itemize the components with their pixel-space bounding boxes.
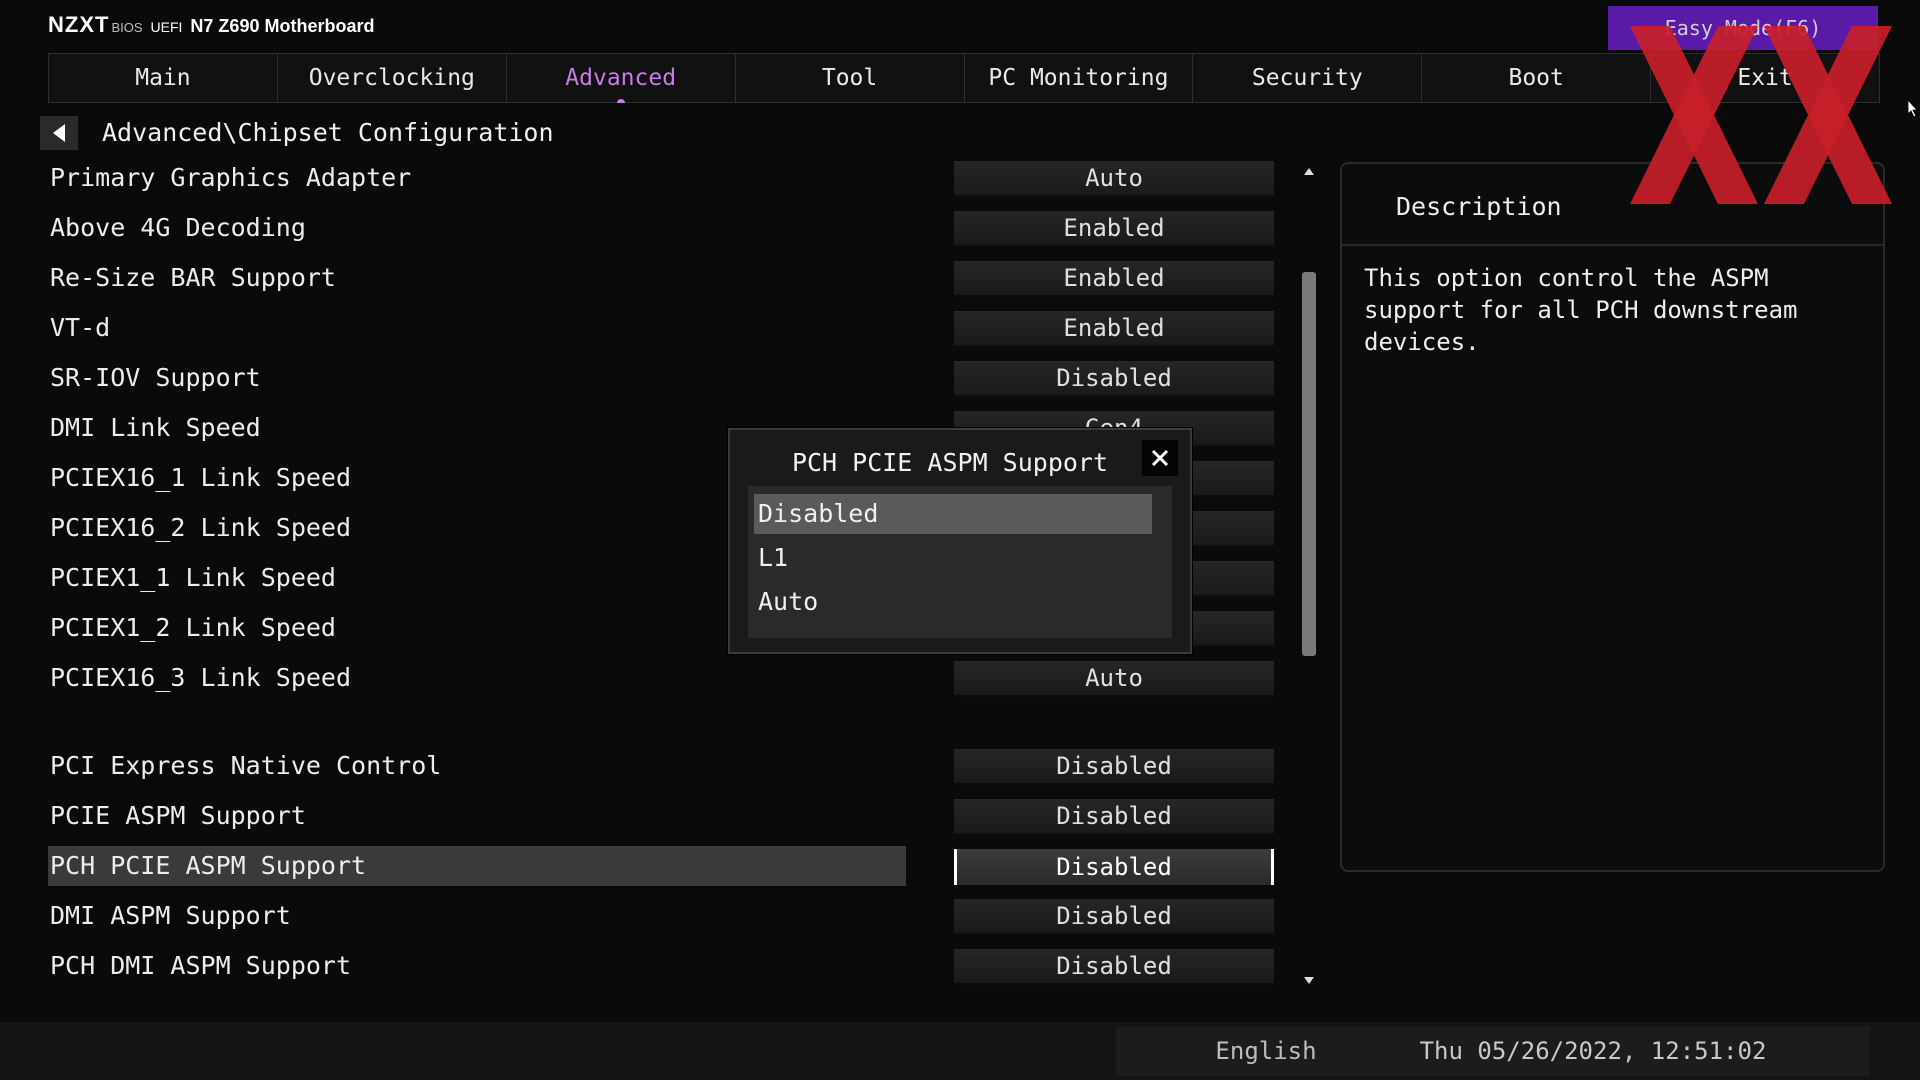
setting-value-button[interactable]: Disabled	[954, 949, 1274, 985]
back-arrow-icon	[53, 124, 65, 142]
tab-pc-monitoring[interactable]: PC Monitoring	[965, 54, 1194, 102]
setting-label: Primary Graphics Adapter	[50, 163, 412, 192]
mouse-cursor-icon	[1908, 100, 1918, 118]
setting-label: PCH PCIE ASPM Support	[48, 846, 906, 886]
tab-tool[interactable]: Tool	[736, 54, 965, 102]
tab-security[interactable]: Security	[1193, 54, 1423, 102]
setting-value-button[interactable]: Disabled	[954, 799, 1274, 835]
setting-value-button[interactable]: Enabled	[954, 261, 1274, 297]
setting-row[interactable]: PCIE ASPM Support Disabled	[48, 796, 1280, 836]
nzxt-logo: NZXT	[48, 12, 110, 37]
setting-row[interactable]: PCIEX16_3 Link Speed Auto	[48, 658, 1280, 698]
setting-row[interactable]: PCI Express Native Control Disabled	[48, 746, 1280, 786]
settings-scrollbar[interactable]	[1302, 168, 1316, 984]
setting-row[interactable]: SR-IOV Support Disabled	[48, 358, 1280, 398]
setting-row[interactable]: DMI ASPM Support Disabled	[48, 896, 1280, 936]
setting-row-selected[interactable]: PCH PCIE ASPM Support Disabled	[48, 846, 1280, 886]
setting-label: PCIE ASPM Support	[50, 801, 306, 830]
scrollbar-thumb[interactable]	[1302, 272, 1316, 656]
setting-value-button[interactable]: Disabled	[954, 749, 1274, 785]
setting-row[interactable]: VT-d Enabled	[48, 308, 1280, 348]
main-tabs: Main Overclocking Advanced Tool PC Monit…	[48, 53, 1880, 103]
setting-row[interactable]: PCH DMI ASPM Support Disabled	[48, 946, 1280, 986]
datetime-display: Thu 05/26/2022, 12:51:02	[1316, 1026, 1870, 1076]
setting-label: SR-IOV Support	[50, 363, 261, 392]
setting-value-button[interactable]: Disabled	[954, 899, 1274, 935]
aspm-options-dialog: PCH PCIE ASPM Support Disabled L1 Auto	[728, 428, 1192, 654]
brand-header: NZXT BIOS UEFI N7 Z690 Motherboard	[48, 12, 374, 40]
setting-row[interactable]: Primary Graphics Adapter Auto	[48, 158, 1280, 198]
option-auto[interactable]: Auto	[754, 582, 1152, 622]
setting-value-button[interactable]: Enabled	[954, 311, 1274, 347]
option-list: Disabled L1 Auto	[748, 486, 1172, 638]
setting-label: PCI Express Native Control	[50, 751, 442, 780]
setting-value-button[interactable]: Auto	[954, 161, 1274, 197]
close-button[interactable]	[1142, 440, 1178, 476]
dialog-title: PCH PCIE ASPM Support	[791, 448, 1109, 477]
setting-label: PCIEX16_3 Link Speed	[50, 663, 352, 692]
bios-label: BIOS	[111, 20, 143, 35]
setting-row[interactable]: Re-Size BAR Support Enabled	[48, 258, 1280, 298]
setting-label: DMI ASPM Support	[50, 901, 291, 930]
setting-label: PCH DMI ASPM Support	[50, 951, 352, 980]
tab-advanced[interactable]: Advanced	[507, 54, 736, 102]
setting-label: Above 4G Decoding	[50, 213, 306, 242]
description-title: Description	[1396, 192, 1562, 221]
description-panel: Description This option control the ASPM…	[1340, 162, 1885, 872]
option-l1[interactable]: L1	[754, 538, 1152, 578]
description-text: This option control the ASPM support for…	[1364, 264, 1798, 356]
tab-overclocking[interactable]: Overclocking	[278, 54, 507, 102]
scroll-down-arrow-icon[interactable]	[1304, 977, 1314, 984]
setting-row[interactable]: Above 4G Decoding Enabled	[48, 208, 1280, 248]
setting-label: VT-d	[50, 313, 111, 342]
uefi-label: UEFI	[150, 19, 183, 35]
breadcrumb: Advanced\Chipset Configuration	[102, 118, 554, 147]
close-icon	[1151, 449, 1169, 467]
tab-main[interactable]: Main	[49, 54, 278, 102]
setting-label: Re-Size BAR Support	[50, 263, 336, 292]
xx-watermark-logo	[1630, 26, 1892, 204]
setting-value-button[interactable]: Enabled	[954, 211, 1274, 247]
setting-value-button[interactable]: Disabled	[954, 361, 1274, 397]
option-disabled[interactable]: Disabled	[754, 494, 1152, 534]
back-button[interactable]	[40, 116, 78, 150]
setting-value-button[interactable]: Disabled	[954, 849, 1274, 885]
setting-value-button[interactable]: Auto	[954, 661, 1274, 697]
scroll-up-arrow-icon[interactable]	[1304, 168, 1314, 175]
motherboard-name: N7 Z690 Motherboard	[190, 16, 375, 36]
tab-boot[interactable]: Boot	[1422, 54, 1652, 102]
